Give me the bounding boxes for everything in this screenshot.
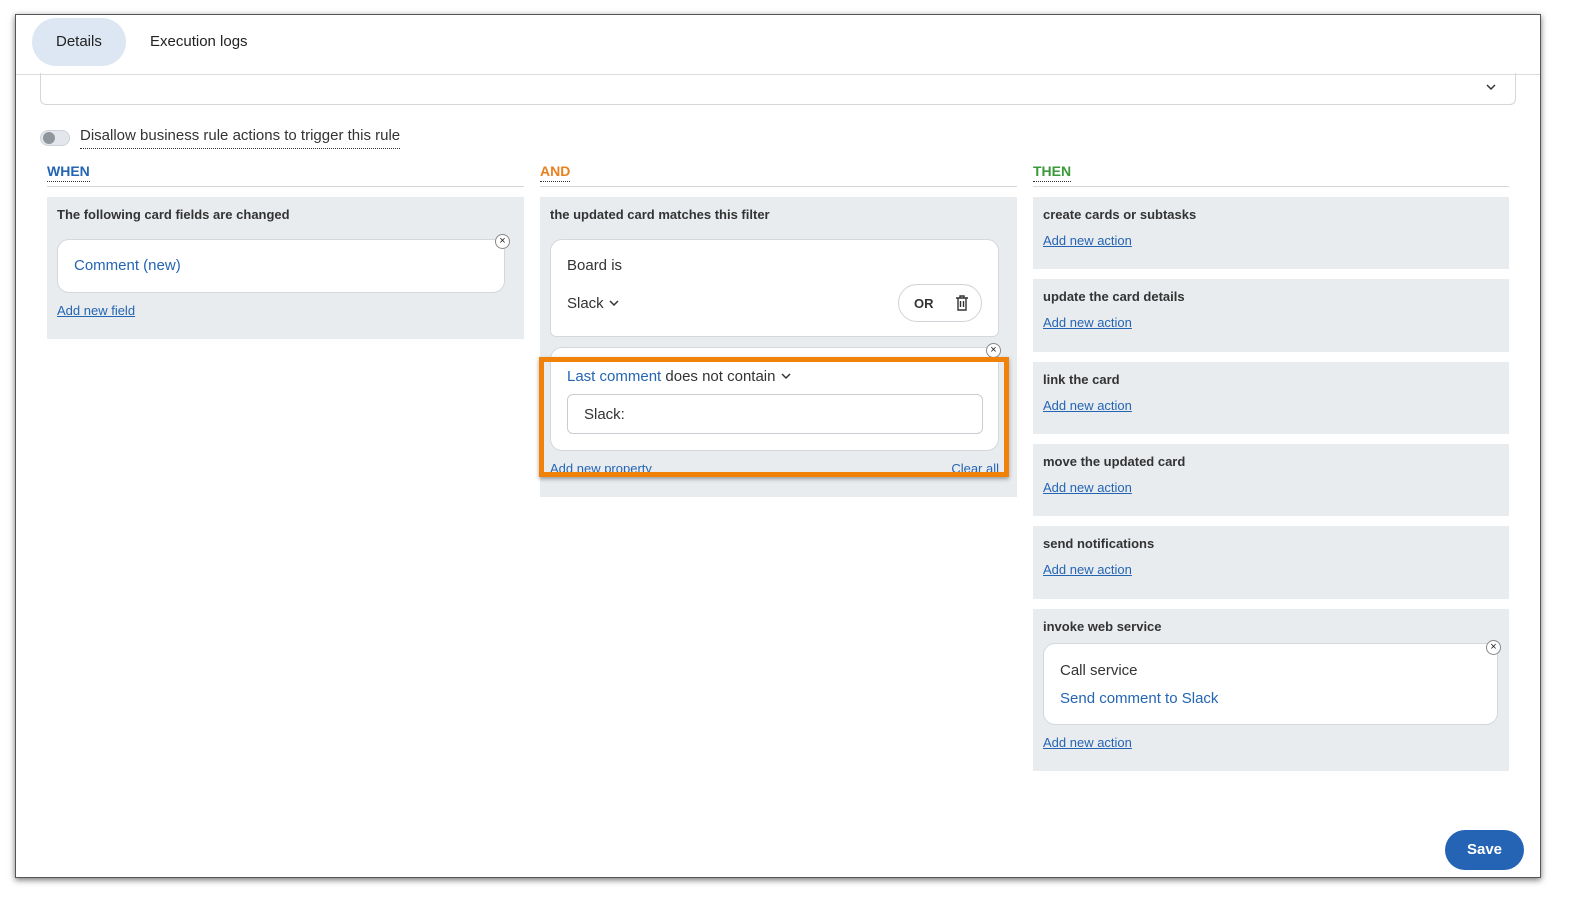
when-header: WHEN (47, 162, 524, 187)
and-column: AND the updated card matches this filter… (540, 162, 1017, 497)
then-section-title: update the card details (1043, 289, 1185, 304)
changed-field-card: Comment (new) × (57, 234, 510, 293)
property-name: Last comment (567, 368, 662, 385)
add-new-action-link[interactable]: Add new action (1043, 398, 1132, 413)
or-button[interactable]: OR (914, 296, 934, 311)
then-sections: create cards or subtasks Add new action … (1033, 197, 1509, 771)
toggle-knob (43, 132, 55, 144)
close-icon[interactable]: × (986, 343, 1001, 358)
tab-execution-logs[interactable]: Execution logs (126, 18, 272, 66)
call-service-card: Call service Send comment to Slack × (1043, 640, 1501, 725)
web-service-section: invoke web service Call service Send com… (1033, 609, 1509, 771)
board-filter-label: Board is (567, 257, 623, 274)
then-column: THEN create cards or subtasks Add new ac… (1033, 162, 1509, 781)
tab-bar: Details Execution logs (16, 15, 1540, 75)
then-section-title: create cards or subtasks (1043, 207, 1197, 222)
then-header: THEN (1033, 162, 1509, 187)
then-section: move the updated card Add new action (1033, 444, 1509, 516)
call-service-label: Call service (1060, 662, 1138, 679)
add-new-field-link[interactable]: Add new field (57, 303, 135, 318)
and-panel-footer: Add new property Clear all (550, 461, 1007, 479)
then-section-title: link the card (1043, 372, 1120, 387)
add-new-action-link[interactable]: Add new action (1043, 480, 1132, 495)
last-comment-filter-card: Last comment does not contain Slack: × (550, 343, 1001, 451)
add-new-action-link[interactable]: Add new action (1043, 562, 1132, 577)
disallow-toggle-label: Disallow business rule actions to trigge… (80, 127, 401, 149)
when-column: WHEN The following card fields are chang… (47, 162, 524, 339)
chevron-down-icon (608, 295, 620, 312)
board-filter-value: Slack (567, 295, 604, 312)
and-panel-title: the updated card matches this filter (550, 207, 770, 222)
add-new-action-link[interactable]: Add new action (1043, 735, 1132, 750)
then-section: update the card details Add new action (1033, 279, 1509, 352)
chevron-down-icon (780, 368, 792, 385)
save-button[interactable]: Save (1445, 830, 1524, 870)
changed-field-value[interactable]: Comment (new) (74, 257, 181, 274)
then-section: send notifications Add new action (1033, 526, 1509, 599)
then-section-title: send notifications (1043, 536, 1155, 551)
and-header: AND (540, 162, 1017, 187)
property-operator: does not contain (665, 368, 776, 385)
disallow-toggle[interactable] (40, 130, 70, 146)
chevron-down-icon[interactable] (1485, 79, 1497, 95)
call-service-value[interactable]: Send comment to Slack (1060, 690, 1218, 707)
property-value-text: Slack: (584, 406, 625, 423)
then-section-title: move the updated card (1043, 454, 1186, 469)
add-new-action-link[interactable]: Add new action (1043, 233, 1132, 248)
add-new-action-link[interactable]: Add new action (1043, 315, 1132, 330)
and-panel: the updated card matches this filter Boa… (540, 197, 1017, 497)
property-value-input[interactable]: Slack: (567, 394, 983, 434)
when-panel: The following card fields are changed Co… (47, 197, 524, 339)
board-filter-card: Board is Slack OR (550, 239, 999, 337)
trash-icon[interactable] (955, 295, 969, 316)
collapsed-dropdown[interactable] (40, 73, 1516, 105)
close-icon[interactable]: × (1486, 640, 1501, 655)
tab-details[interactable]: Details (32, 18, 126, 66)
close-icon[interactable]: × (495, 234, 510, 249)
board-filter-select[interactable]: Slack (567, 295, 620, 312)
then-section: create cards or subtasks Add new action (1033, 197, 1509, 269)
when-panel-title: The following card fields are changed (57, 207, 290, 222)
then-section-title: invoke web service (1043, 619, 1162, 634)
add-new-property-link[interactable]: Add new property (550, 461, 652, 476)
or-delete-group: OR (898, 284, 982, 322)
property-select[interactable]: Last comment does not contain (567, 368, 792, 385)
then-section: link the card Add new action (1033, 362, 1509, 434)
clear-all-link[interactable]: Clear all (951, 461, 999, 476)
